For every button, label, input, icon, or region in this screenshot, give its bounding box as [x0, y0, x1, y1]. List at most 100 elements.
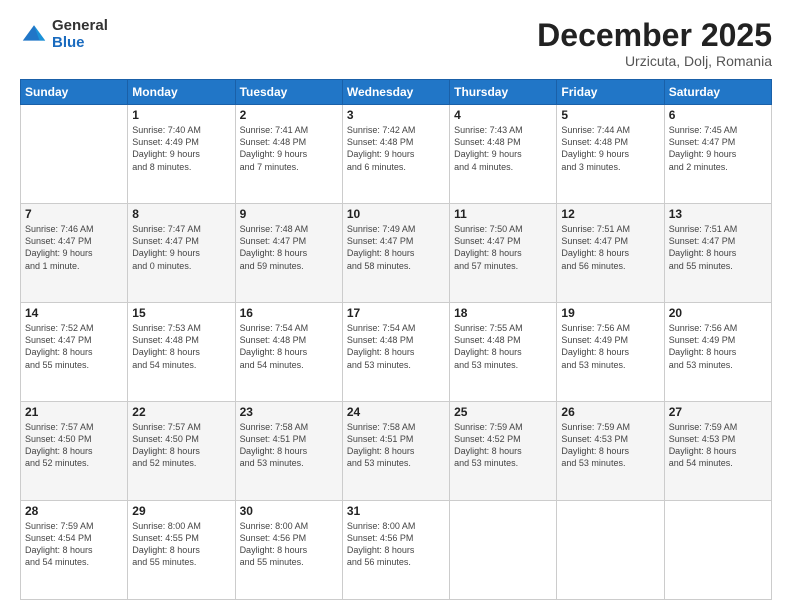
cell-details: Sunrise: 7:47 AMSunset: 4:47 PMDaylight:…: [132, 223, 230, 272]
cell-details: Sunrise: 7:52 AMSunset: 4:47 PMDaylight:…: [25, 322, 123, 371]
day-number: 9: [240, 207, 338, 221]
calendar-cell: 29Sunrise: 8:00 AMSunset: 4:55 PMDayligh…: [128, 501, 235, 600]
weekday-monday: Monday: [128, 80, 235, 105]
calendar-cell: 24Sunrise: 7:58 AMSunset: 4:51 PMDayligh…: [342, 402, 449, 501]
day-number: 28: [25, 504, 123, 518]
calendar-cell: 26Sunrise: 7:59 AMSunset: 4:53 PMDayligh…: [557, 402, 664, 501]
cell-details: Sunrise: 7:46 AMSunset: 4:47 PMDaylight:…: [25, 223, 123, 272]
day-number: 4: [454, 108, 552, 122]
calendar-cell: 31 Sunrise: 8:00 AMSunset: 4:56 PMDayligh…: [342, 501, 449, 600]
calendar-cell: 22Sunrise: 7:57 AMSunset: 4:50 PMDayligh…: [128, 402, 235, 501]
calendar-cell: 20 Sunrise: 7:56 AMSunset: 4:49 PMDayligh…: [664, 303, 771, 402]
day-number: 20: [669, 306, 767, 320]
cell-details: Sunrise: 8:00 AMSunset: 4:56 PMDaylight:…: [347, 520, 445, 569]
cell-details: Sunrise: 7:41 AMSunset: 4:48 PMDaylight:…: [240, 124, 338, 173]
calendar-cell: 14Sunrise: 7:52 AMSunset: 4:47 PMDayligh…: [21, 303, 128, 402]
calendar-cell: [557, 501, 664, 600]
week-row-4: 21Sunrise: 7:57 AMSunset: 4:50 PMDayligh…: [21, 402, 772, 501]
week-row-1: 1 Sunrise: 7:40 AMSunset: 4:49 PMDaylight…: [21, 105, 772, 204]
cell-details: Sunrise: 7:55 AMSunset: 4:48 PMDaylight:…: [454, 322, 552, 371]
day-number: 1: [132, 108, 230, 122]
calendar-cell: 19 Sunrise: 7:56 AMSunset: 4:49 PMDayligh…: [557, 303, 664, 402]
logo-general: General: [52, 18, 108, 35]
day-number: 19: [561, 306, 659, 320]
cell-details: Sunrise: 7:43 AMSunset: 4:48 PMDaylight:…: [454, 124, 552, 173]
cell-details: Sunrise: 7:58 AMSunset: 4:51 PMDaylight:…: [240, 421, 338, 470]
weekday-friday: Friday: [557, 80, 664, 105]
day-number: 27: [669, 405, 767, 419]
calendar-cell: 11 Sunrise: 7:50 AMSunset: 4:47 PMDayligh…: [450, 204, 557, 303]
day-number: 17: [347, 306, 445, 320]
weekday-header-row: SundayMondayTuesdayWednesdayThursdayFrid…: [21, 80, 772, 105]
calendar-cell: 5Sunrise: 7:44 AMSunset: 4:48 PMDaylight…: [557, 105, 664, 204]
logo: General Blue: [20, 18, 108, 51]
cell-details: Sunrise: 7:54 AMSunset: 4:48 PMDaylight:…: [347, 322, 445, 371]
cell-details: Sunrise: 7:56 AMSunset: 4:49 PMDaylight:…: [561, 322, 659, 371]
cell-details: Sunrise: 7:50 AMSunset: 4:47 PMDaylight:…: [454, 223, 552, 272]
weekday-tuesday: Tuesday: [235, 80, 342, 105]
week-row-2: 7 Sunrise: 7:46 AMSunset: 4:47 PMDaylight…: [21, 204, 772, 303]
calendar-cell: 16 Sunrise: 7:54 AMSunset: 4:48 PMDayligh…: [235, 303, 342, 402]
calendar-cell: 23 Sunrise: 7:58 AMSunset: 4:51 PMDayligh…: [235, 402, 342, 501]
cell-details: Sunrise: 7:54 AMSunset: 4:48 PMDaylight:…: [240, 322, 338, 371]
cell-details: Sunrise: 7:51 AMSunset: 4:47 PMDaylight:…: [669, 223, 767, 272]
cell-details: Sunrise: 7:53 AMSunset: 4:48 PMDaylight:…: [132, 322, 230, 371]
cell-details: Sunrise: 7:56 AMSunset: 4:49 PMDaylight:…: [669, 322, 767, 371]
cell-details: Sunrise: 7:45 AMSunset: 4:47 PMDaylight:…: [669, 124, 767, 173]
page: General Blue December 2025 Urzicuta, Dol…: [0, 0, 792, 612]
day-number: 8: [132, 207, 230, 221]
day-number: 7: [25, 207, 123, 221]
calendar-cell: 15 Sunrise: 7:53 AMSunset: 4:48 PMDayligh…: [128, 303, 235, 402]
logo-icon: [20, 21, 48, 49]
day-number: 16: [240, 306, 338, 320]
calendar-cell: 17 Sunrise: 7:54 AMSunset: 4:48 PMDayligh…: [342, 303, 449, 402]
cell-details: Sunrise: 7:42 AMSunset: 4:48 PMDaylight:…: [347, 124, 445, 173]
calendar-cell: 28 Sunrise: 7:59 AMSunset: 4:54 PMDayligh…: [21, 501, 128, 600]
weekday-saturday: Saturday: [664, 80, 771, 105]
cell-details: Sunrise: 8:00 AMSunset: 4:55 PMDaylight:…: [132, 520, 230, 569]
cell-details: Sunrise: 7:59 AMSunset: 4:52 PMDaylight:…: [454, 421, 552, 470]
day-number: 2: [240, 108, 338, 122]
day-number: 10: [347, 207, 445, 221]
week-row-3: 14Sunrise: 7:52 AMSunset: 4:47 PMDayligh…: [21, 303, 772, 402]
calendar-cell: [664, 501, 771, 600]
calendar-cell: 10Sunrise: 7:49 AMSunset: 4:47 PMDayligh…: [342, 204, 449, 303]
calendar-cell: 30Sunrise: 8:00 AMSunset: 4:56 PMDayligh…: [235, 501, 342, 600]
cell-details: Sunrise: 7:59 AMSunset: 4:54 PMDaylight:…: [25, 520, 123, 569]
weekday-thursday: Thursday: [450, 80, 557, 105]
calendar-cell: 27Sunrise: 7:59 AMSunset: 4:53 PMDayligh…: [664, 402, 771, 501]
calendar-cell: 7 Sunrise: 7:46 AMSunset: 4:47 PMDaylight…: [21, 204, 128, 303]
day-number: 12: [561, 207, 659, 221]
calendar-cell: 3Sunrise: 7:42 AMSunset: 4:48 PMDaylight…: [342, 105, 449, 204]
cell-details: Sunrise: 7:58 AMSunset: 4:51 PMDaylight:…: [347, 421, 445, 470]
week-row-5: 28 Sunrise: 7:59 AMSunset: 4:54 PMDayligh…: [21, 501, 772, 600]
calendar-cell: 2 Sunrise: 7:41 AMSunset: 4:48 PMDaylight…: [235, 105, 342, 204]
calendar-cell: 12 Sunrise: 7:51 AMSunset: 4:47 PMDayligh…: [557, 204, 664, 303]
logo-blue: Blue: [52, 35, 108, 52]
day-number: 26: [561, 405, 659, 419]
calendar-cell: 18Sunrise: 7:55 AMSunset: 4:48 PMDayligh…: [450, 303, 557, 402]
calendar-cell: 9Sunrise: 7:48 AMSunset: 4:47 PMDaylight…: [235, 204, 342, 303]
logo-text: General Blue: [52, 18, 108, 51]
weekday-sunday: Sunday: [21, 80, 128, 105]
location-subtitle: Urzicuta, Dolj, Romania: [537, 53, 772, 69]
day-number: 11: [454, 207, 552, 221]
calendar-cell: 6Sunrise: 7:45 AMSunset: 4:47 PMDaylight…: [664, 105, 771, 204]
day-number: 31: [347, 504, 445, 518]
cell-details: Sunrise: 7:57 AMSunset: 4:50 PMDaylight:…: [132, 421, 230, 470]
day-number: 15: [132, 306, 230, 320]
calendar-cell: 21Sunrise: 7:57 AMSunset: 4:50 PMDayligh…: [21, 402, 128, 501]
cell-details: Sunrise: 7:57 AMSunset: 4:50 PMDaylight:…: [25, 421, 123, 470]
calendar-cell: 8 Sunrise: 7:47 AMSunset: 4:47 PMDaylight…: [128, 204, 235, 303]
calendar-cell: [21, 105, 128, 204]
cell-details: Sunrise: 7:51 AMSunset: 4:47 PMDaylight:…: [561, 223, 659, 272]
day-number: 25: [454, 405, 552, 419]
calendar-cell: 4 Sunrise: 7:43 AMSunset: 4:48 PMDaylight…: [450, 105, 557, 204]
month-title: December 2025: [537, 18, 772, 53]
title-block: December 2025 Urzicuta, Dolj, Romania: [537, 18, 772, 69]
calendar-cell: 1 Sunrise: 7:40 AMSunset: 4:49 PMDaylight…: [128, 105, 235, 204]
day-number: 30: [240, 504, 338, 518]
calendar-cell: 25 Sunrise: 7:59 AMSunset: 4:52 PMDayligh…: [450, 402, 557, 501]
cell-details: Sunrise: 7:40 AMSunset: 4:49 PMDaylight:…: [132, 124, 230, 173]
day-number: 23: [240, 405, 338, 419]
